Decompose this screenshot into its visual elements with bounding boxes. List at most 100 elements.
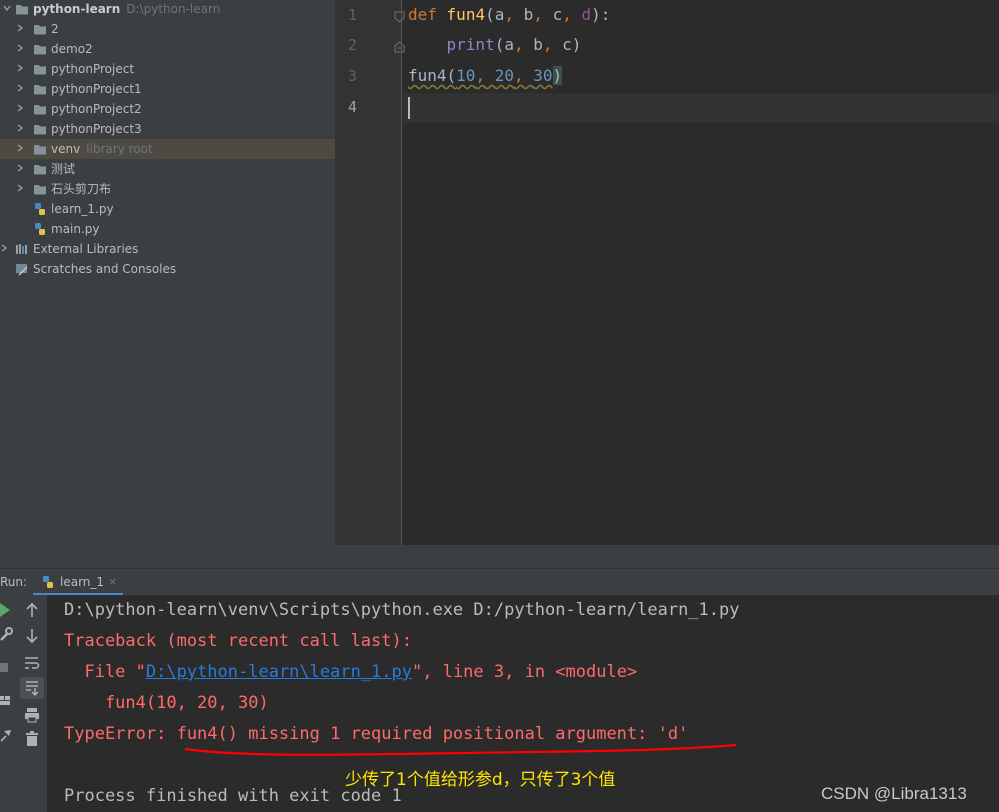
arrow-up-icon[interactable] bbox=[22, 601, 42, 621]
editor-bottom-bar bbox=[335, 545, 999, 568]
tree-item-label: 测试 bbox=[51, 162, 76, 176]
code-comma: , bbox=[542, 35, 553, 54]
folder-icon bbox=[33, 62, 47, 76]
editor-gutter: 1 2 3 4 bbox=[335, 0, 405, 545]
tree-item-label: pythonProject3 bbox=[51, 122, 142, 136]
run-toolbar bbox=[14, 595, 48, 812]
tree-item-label: pythonProject1 bbox=[51, 82, 142, 96]
tree-item-folder[interactable]: pythonProject bbox=[0, 59, 335, 79]
print-icon[interactable] bbox=[22, 705, 42, 725]
folder-icon bbox=[33, 142, 47, 156]
code-line-1: def fun4(a, b, c, d): bbox=[408, 5, 610, 24]
console-file-line: File "D:\python-learn\learn_1.py", line … bbox=[64, 662, 638, 682]
tree-item-label: 石头剪刀布 bbox=[51, 182, 112, 196]
tree-item-folder[interactable]: 2 bbox=[0, 19, 335, 39]
code-keyword: def bbox=[408, 5, 437, 24]
chevron-right-icon[interactable] bbox=[0, 244, 8, 252]
folder-icon bbox=[33, 82, 47, 96]
code-number: 30 bbox=[533, 66, 553, 85]
code-function-name: fun4 bbox=[446, 5, 486, 24]
tree-item-folder[interactable]: 石头剪刀布 bbox=[0, 179, 335, 199]
chevron-right-icon[interactable] bbox=[16, 164, 24, 172]
tree-item-folder[interactable]: 测试 bbox=[0, 159, 335, 179]
line-number: 2 bbox=[347, 36, 357, 54]
console-traceback: Traceback (most recent call last): bbox=[64, 631, 412, 651]
tree-item-folder[interactable]: pythonProject3 bbox=[0, 119, 335, 139]
tree-item-file[interactable]: learn_1.py bbox=[0, 199, 335, 219]
code-comma: , bbox=[562, 5, 572, 24]
folder-icon bbox=[33, 102, 47, 116]
tree-item-scratches[interactable]: Scratches and Consoles bbox=[0, 259, 335, 279]
library-root-hint: library root bbox=[86, 142, 153, 156]
chevron-right-icon[interactable] bbox=[16, 84, 24, 92]
chevron-down-icon[interactable] bbox=[3, 4, 11, 12]
python-file-icon bbox=[33, 202, 47, 216]
console-error-line: TypeError: fun4() missing 1 required pos… bbox=[64, 724, 689, 744]
code-comma: , bbox=[504, 5, 514, 24]
code-args: c) bbox=[552, 35, 582, 54]
scroll-to-end-icon[interactable] bbox=[20, 677, 44, 699]
tree-item-file[interactable]: main.py bbox=[0, 219, 335, 239]
fold-marker-icon[interactable] bbox=[394, 38, 405, 53]
code-param: a bbox=[494, 5, 505, 24]
code-comma: , bbox=[475, 66, 486, 85]
tree-item-label: Scratches and Consoles bbox=[33, 262, 177, 276]
line-number: 1 bbox=[347, 6, 357, 24]
tree-item-label: learn_1.py bbox=[51, 202, 114, 216]
tree-item-root[interactable]: python-learn D:\python-learn bbox=[0, 0, 335, 19]
annotation-note: 少传了1个值给形参d，只传了3个值 bbox=[345, 770, 616, 790]
text-caret bbox=[408, 97, 410, 119]
tree-item-label: pythonProject2 bbox=[51, 102, 142, 116]
gutter-divider bbox=[401, 0, 402, 545]
chevron-right-icon[interactable] bbox=[16, 44, 24, 52]
annotation-underline bbox=[184, 743, 737, 756]
run-label: Run: bbox=[0, 575, 28, 589]
chevron-right-icon[interactable] bbox=[16, 184, 24, 192]
code-number: 20 bbox=[494, 66, 514, 85]
watermark: CSDN @Libra1313 bbox=[821, 784, 967, 803]
folder-icon bbox=[33, 22, 47, 36]
tree-item-venv[interactable]: venv library root bbox=[0, 139, 335, 159]
folder-icon bbox=[15, 2, 29, 16]
code-paren-matched: ) bbox=[552, 66, 563, 85]
code-builtin: print bbox=[446, 35, 495, 54]
tree-item-folder[interactable]: pythonProject1 bbox=[0, 79, 335, 99]
project-root-path: D:\python-learn bbox=[126, 2, 221, 16]
tree-item-folder[interactable]: pythonProject2 bbox=[0, 99, 335, 119]
console-command-line: D:\python-learn\venv\Scripts\python.exe … bbox=[64, 600, 740, 620]
current-line-highlight bbox=[402, 93, 999, 123]
code-editor[interactable]: 1 2 3 4 def fun4(a, b, c, d): print(a, b… bbox=[335, 0, 999, 545]
tab-learn-1[interactable]: learn_1 × bbox=[33, 569, 123, 596]
arrow-down-icon[interactable] bbox=[22, 626, 42, 646]
folder-icon bbox=[33, 42, 47, 56]
python-file-icon bbox=[33, 222, 47, 236]
fold-marker-icon[interactable] bbox=[394, 8, 405, 23]
tree-item-external-libraries[interactable]: External Libraries bbox=[0, 239, 335, 259]
library-icon bbox=[15, 242, 29, 256]
code-comma: , bbox=[513, 35, 524, 54]
code-args: (a bbox=[494, 35, 514, 54]
close-icon[interactable]: × bbox=[108, 575, 117, 588]
chevron-right-icon[interactable] bbox=[16, 24, 24, 32]
line-number: 3 bbox=[347, 67, 357, 85]
chevron-right-icon[interactable] bbox=[16, 144, 24, 152]
tree-item-folder[interactable]: demo2 bbox=[0, 39, 335, 59]
code-line-3: fun4(10, 20, 30) bbox=[408, 66, 563, 85]
soft-wrap-icon[interactable] bbox=[22, 653, 42, 673]
code-comma: , bbox=[513, 66, 524, 85]
run-toolbar-left bbox=[0, 595, 14, 812]
project-tree: python-learn D:\python-learn 2 demo2 pyth… bbox=[0, 0, 335, 568]
code-number: 10 bbox=[456, 66, 476, 85]
file-link[interactable]: D:\python-learn\learn_1.py bbox=[146, 662, 412, 682]
chevron-right-icon[interactable] bbox=[16, 64, 24, 72]
console-call-line: fun4(10, 20, 30) bbox=[64, 693, 269, 713]
tree-item-label: main.py bbox=[51, 222, 100, 236]
chevron-right-icon[interactable] bbox=[16, 124, 24, 132]
tree-item-label: External Libraries bbox=[33, 242, 139, 256]
chevron-right-icon[interactable] bbox=[16, 104, 24, 112]
trash-icon[interactable] bbox=[22, 729, 42, 749]
tree-item-label: pythonProject bbox=[51, 62, 135, 76]
folder-icon bbox=[33, 182, 47, 196]
line-number: 4 bbox=[347, 98, 357, 116]
code-paren: ): bbox=[591, 5, 611, 24]
